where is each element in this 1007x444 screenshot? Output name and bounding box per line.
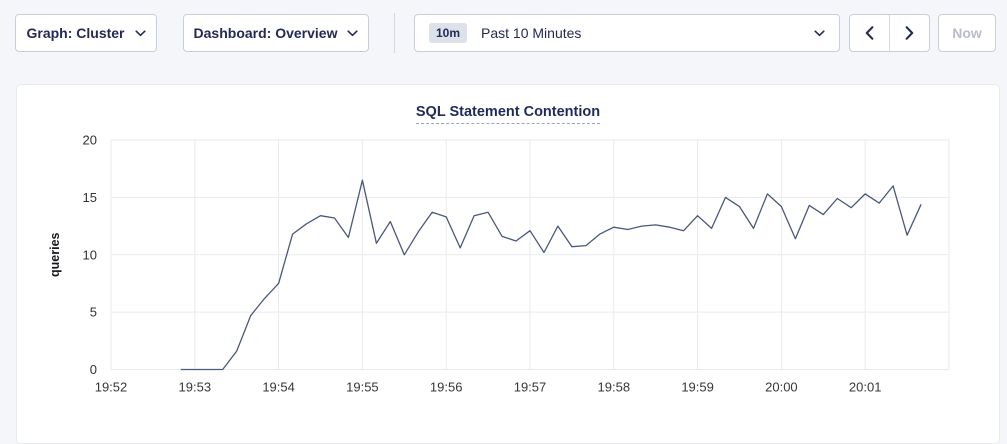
svg-text:0: 0	[90, 362, 97, 377]
dashboard-dropdown-label: Dashboard: Overview	[194, 25, 338, 41]
svg-text:10: 10	[83, 247, 97, 262]
svg-text:15: 15	[83, 190, 97, 205]
chart-title-text[interactable]: SQL Statement Contention	[416, 104, 600, 124]
now-button[interactable]: Now	[938, 14, 996, 52]
chevron-down-icon	[135, 30, 146, 37]
time-prev-button[interactable]	[850, 15, 889, 51]
toolbar: Graph: Cluster Dashboard: Overview 10m P…	[0, 0, 1007, 84]
svg-text:20: 20	[83, 133, 97, 148]
chevron-down-icon	[347, 30, 358, 37]
chevron-left-icon	[865, 26, 874, 40]
sql-statement-contention-chart[interactable]: 0 5 10 15 20 19:52 19:53 19:54 19:55 19:56 19:57 19…	[17, 85, 1001, 433]
dashboard-dropdown[interactable]: Dashboard: Overview	[183, 14, 369, 52]
chevron-right-icon	[905, 26, 914, 40]
time-range-dropdown[interactable]: 10m Past 10 Minutes	[414, 14, 840, 52]
time-next-button[interactable]	[889, 15, 929, 51]
svg-text:20:01: 20:01	[849, 380, 882, 395]
graph-dropdown-label: Graph: Cluster	[26, 25, 124, 41]
svg-text:20:00: 20:00	[765, 380, 798, 395]
svg-text:19:53: 19:53	[179, 380, 212, 395]
svg-text:19:54: 19:54	[262, 380, 295, 395]
toolbar-divider	[394, 13, 395, 53]
svg-text:19:58: 19:58	[598, 380, 631, 395]
chart-title: SQL Statement Contention	[17, 103, 999, 121]
time-step-button-group	[849, 14, 930, 52]
time-range-badge: 10m	[429, 23, 467, 43]
svg-text:5: 5	[90, 305, 97, 320]
chart-card: SQL Statement Contention 0 5 10 15 20 19:52 19…	[16, 84, 1000, 444]
svg-text:19:55: 19:55	[346, 380, 379, 395]
svg-text:19:59: 19:59	[681, 380, 714, 395]
svg-text:queries: queries	[48, 232, 62, 277]
svg-text:19:57: 19:57	[514, 380, 547, 395]
svg-text:19:52: 19:52	[95, 380, 128, 395]
time-range-label: Past 10 Minutes	[481, 25, 581, 41]
svg-text:19:56: 19:56	[430, 380, 463, 395]
graph-dropdown[interactable]: Graph: Cluster	[15, 14, 157, 52]
chevron-down-icon	[814, 30, 825, 37]
